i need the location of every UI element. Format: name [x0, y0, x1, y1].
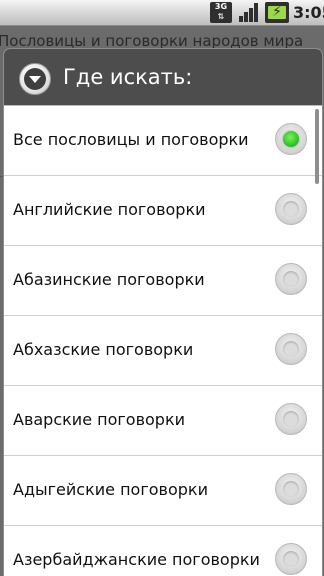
search-scope-dialog: Где искать: Все пословицы и поговорки Ан… — [3, 48, 323, 576]
dialog-title: Где искать: — [63, 65, 193, 89]
radio-button[interactable] — [275, 193, 307, 225]
network-type-label: 3G — [214, 2, 228, 11]
option-label: Все пословицы и поговорки — [13, 130, 249, 149]
radio-button[interactable] — [275, 403, 307, 435]
signal-strength-icon — [238, 2, 260, 23]
option-english[interactable]: Английские поговорки — [4, 176, 322, 246]
radio-button[interactable] — [275, 473, 307, 505]
radio-button[interactable] — [275, 333, 307, 365]
status-clock: 3:05 — [293, 3, 324, 22]
radio-button-selected[interactable] — [275, 123, 307, 155]
radio-button[interactable] — [275, 543, 307, 575]
option-label: Абазинские поговорки — [13, 270, 205, 289]
status-bar: 3G ⇅ ⚡ 3:05 — [0, 0, 324, 26]
option-avar[interactable]: Аварские поговорки — [4, 386, 322, 456]
option-adyghe[interactable]: Адыгейские поговорки — [4, 456, 322, 526]
option-abaza[interactable]: Абазинские поговорки — [4, 246, 322, 316]
data-arrows-icon: ⇅ — [217, 12, 225, 21]
option-label: Адыгейские поговорки — [13, 480, 208, 499]
option-label: Аварские поговорки — [13, 410, 186, 429]
chevron-down-icon — [19, 63, 51, 95]
3g-data-icon: 3G ⇅ — [210, 2, 232, 23]
option-all-proverbs[interactable]: Все пословицы и поговорки — [4, 106, 322, 176]
list-scrollbar[interactable] — [315, 109, 319, 184]
battery-charging-icon: ⚡ — [265, 2, 289, 23]
option-label: Азербайджанские поговорки — [13, 550, 260, 569]
options-list[interactable]: Все пословицы и поговорки Английские пог… — [4, 106, 322, 576]
option-azerbaijani[interactable]: Азербайджанские поговорки — [4, 526, 322, 576]
option-label: Абхазские поговорки — [13, 340, 194, 359]
option-label: Английские поговорки — [13, 200, 206, 219]
radio-button[interactable] — [275, 263, 307, 295]
option-abkhaz[interactable]: Абхазские поговорки — [4, 316, 322, 386]
dialog-header: Где искать: — [4, 49, 322, 106]
screen: 3G ⇅ ⚡ 3:05 Пословицы и поговорки народо… — [0, 0, 324, 576]
